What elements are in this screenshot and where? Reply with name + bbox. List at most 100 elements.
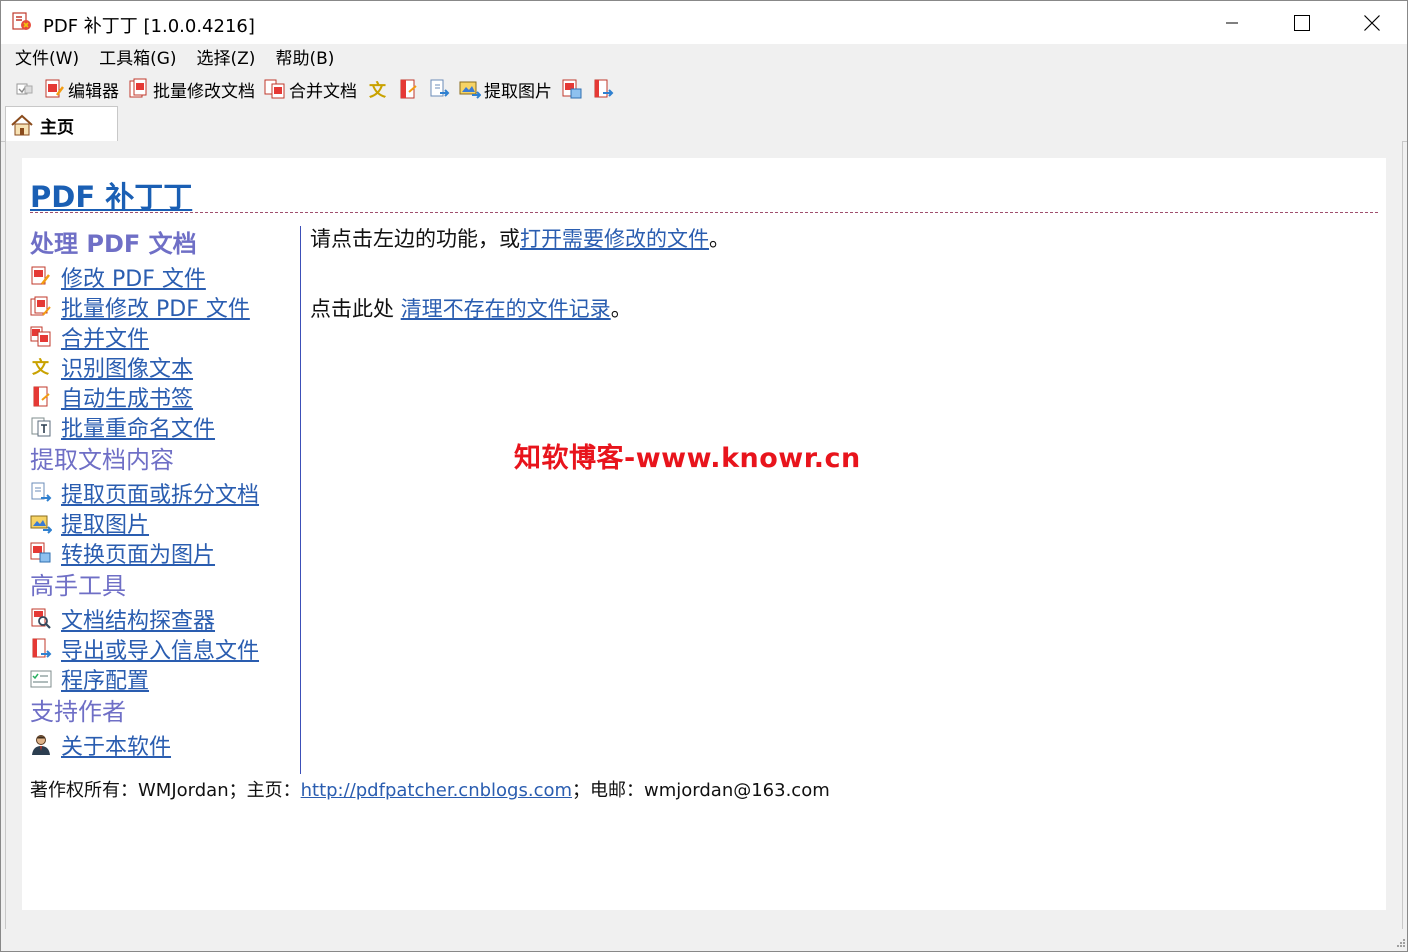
menu-help[interactable]: 帮助(B)	[265, 44, 344, 74]
maximize-button[interactable]	[1267, 1, 1337, 44]
cleanup-prefix: 点击此处	[310, 297, 401, 321]
link-about-label: 关于本软件	[61, 735, 172, 760]
cleanup-records-link[interactable]: 清理不存在的文件记录	[401, 297, 611, 321]
intro-prefix: 请点击左边的功能，或	[310, 227, 520, 251]
link-modify-pdf[interactable]: 修改 PDF 文件	[30, 262, 302, 292]
merge-documents-icon	[30, 326, 51, 347]
convert-to-image-icon	[30, 542, 51, 563]
ocr-button[interactable]: 文	[363, 75, 391, 103]
close-button[interactable]	[1337, 1, 1407, 44]
bookmark-icon	[400, 79, 417, 99]
bookmark-icon	[33, 386, 50, 407]
link-extract-pages[interactable]: 提取页面或拆分文档	[30, 478, 302, 508]
toolbar: 编辑器 批量修改文档 合并文档 文 提取图片	[1, 74, 1407, 104]
link-config-label: 程序配置	[61, 669, 150, 694]
link-inspector[interactable]: 文档结构探查器	[30, 604, 302, 634]
link-batch-rename-label: 批量重命名文件	[61, 417, 216, 442]
images-icon	[459, 81, 481, 99]
tab-home[interactable]: 主页	[5, 106, 118, 143]
home-icon	[11, 114, 33, 136]
section-heading-process-pdf: 处理 PDF 文档	[30, 230, 197, 258]
minimize-icon	[1226, 22, 1238, 23]
link-merge-files[interactable]: 合并文件	[30, 322, 302, 352]
extract-pages-icon	[31, 482, 52, 502]
link-extract-pages-label: 提取页面或拆分文档	[61, 483, 260, 508]
window-title: PDF 补丁丁 [1.0.0.4216]	[43, 16, 255, 37]
info-panel: 请点击左边的功能，或打开需要修改的文件。 点击此处 清理不存在的文件记录。	[310, 224, 1370, 324]
rename-icon	[31, 417, 51, 437]
export-import-icon	[32, 638, 52, 658]
footer-copyright: 著作权所有：WMJordan；主页：http://pdfpatcher.cnbl…	[30, 776, 830, 802]
link-ocr-label: 识别图像文本	[61, 357, 194, 382]
toolbar-checkbox-button[interactable]	[13, 75, 37, 103]
link-modify-pdf-label: 修改 PDF 文件	[61, 267, 206, 292]
menu-select[interactable]: 选择(Z)	[187, 44, 266, 74]
resize-grip-icon[interactable]	[1394, 938, 1406, 950]
images-icon	[30, 515, 52, 534]
link-batch-modify-pdf[interactable]: 批量修改 PDF 文件	[30, 292, 302, 322]
svg-text:文: 文	[32, 357, 50, 378]
batch-modify-label: 批量修改文档	[153, 81, 255, 102]
link-export-import-label: 导出或导入信息文件	[61, 639, 260, 664]
section-heading-support: 支持作者	[30, 698, 126, 726]
link-config[interactable]: 程序配置	[30, 664, 302, 694]
convert-button[interactable]	[558, 75, 586, 103]
link-batch-rename[interactable]: 批量重命名文件	[30, 412, 302, 442]
function-list: 处理 PDF 文档 修改 PDF 文件 批量修改 PDF 文件 合并文件 文 识…	[30, 226, 302, 760]
tab-home-label: 主页	[40, 117, 74, 138]
link-auto-bookmark-label: 自动生成书签	[61, 387, 194, 412]
menu-file[interactable]: 文件(W)	[5, 44, 89, 74]
title-bar: PDF 补丁丁 [1.0.0.4216]	[1, 1, 1407, 44]
svg-text:文: 文	[369, 80, 387, 100]
inspector-icon	[31, 608, 51, 629]
app-icon	[12, 12, 31, 30]
pdf-edit-icon	[31, 266, 50, 285]
person-icon	[32, 735, 50, 755]
config-icon	[30, 670, 52, 688]
menu-bar: 文件(W) 工具箱(G) 选择(Z) 帮助(B)	[1, 44, 1407, 74]
link-inspector-label: 文档结构探查器	[61, 609, 216, 634]
batch-modify-button[interactable]: 批量修改文档	[125, 75, 258, 103]
export-import-icon	[594, 79, 614, 98]
footer-prefix: 著作权所有：WMJordan；主页：	[30, 780, 301, 801]
merge-label: 合并文档	[289, 81, 357, 102]
pdf-batch-icon	[129, 78, 147, 98]
footer-suffix: ；电邮：wmjordan@163.com	[572, 780, 830, 801]
link-about[interactable]: 关于本软件	[30, 730, 302, 760]
editor-button[interactable]: 编辑器	[40, 75, 122, 103]
link-merge-files-label: 合并文件	[61, 327, 150, 352]
link-auto-bookmark[interactable]: 自动生成书签	[30, 382, 302, 412]
intro-suffix: 。	[709, 227, 730, 251]
cleanup-line: 点击此处 清理不存在的文件记录。	[310, 294, 1370, 324]
merge-button[interactable]: 合并文档	[261, 75, 360, 103]
convert-to-image-icon	[562, 79, 582, 99]
extract-images-button[interactable]: 提取图片	[456, 75, 555, 103]
open-file-link[interactable]: 打开需要修改的文件	[520, 227, 709, 251]
section-heading-extract: 提取文档内容	[30, 446, 174, 474]
ocr-text-icon: 文	[32, 357, 50, 378]
page-title[interactable]: PDF 补丁丁	[30, 174, 192, 216]
link-export-import[interactable]: 导出或导入信息文件	[30, 634, 302, 664]
link-extract-images-label: 提取图片	[61, 513, 150, 538]
intro-line: 请点击左边的功能，或打开需要修改的文件。	[310, 224, 1370, 254]
bookmark-button[interactable]	[394, 75, 422, 103]
column-divider	[300, 226, 301, 774]
pdf-edit-icon	[45, 79, 64, 98]
tab-strip: 主页	[1, 104, 1407, 143]
pdf-batch-icon	[30, 296, 51, 316]
ocr-text-icon: 文	[369, 80, 387, 100]
merge-documents-icon	[264, 79, 285, 99]
link-ocr[interactable]: 文 识别图像文本	[30, 352, 302, 382]
link-convert-pages[interactable]: 转换页面为图片	[30, 538, 302, 568]
maximize-icon	[1294, 14, 1310, 31]
homepage-link[interactable]: http://pdfpatcher.cnblogs.com	[301, 780, 572, 801]
minimize-button[interactable]	[1197, 1, 1267, 44]
extract-pages-button[interactable]	[425, 75, 453, 103]
link-convert-pages-label: 转换页面为图片	[61, 543, 216, 568]
menu-toolbox[interactable]: 工具箱(G)	[89, 44, 186, 74]
close-icon	[1364, 14, 1380, 31]
export-button[interactable]	[589, 75, 617, 103]
link-extract-images[interactable]: 提取图片	[30, 508, 302, 538]
extract-pages-icon	[430, 79, 450, 97]
editor-label: 编辑器	[68, 81, 119, 102]
